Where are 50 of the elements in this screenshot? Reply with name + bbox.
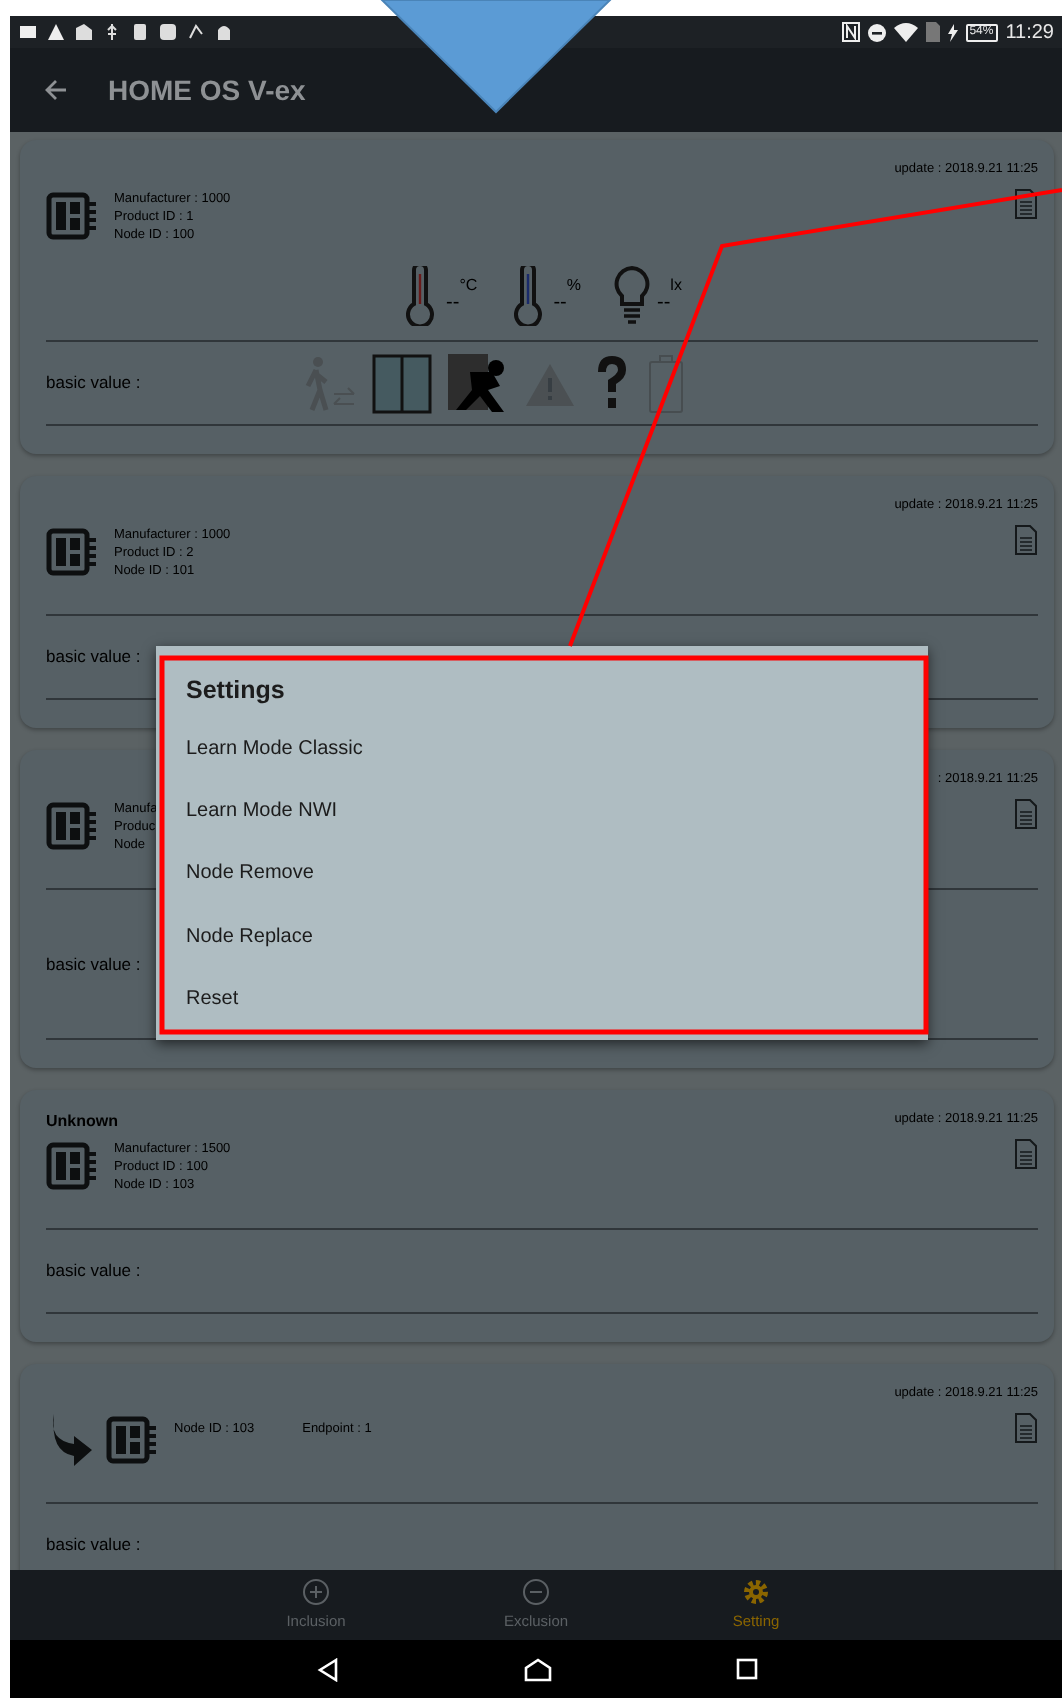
basic-value-label: basic value : bbox=[46, 644, 141, 670]
sensor-value: -- bbox=[446, 291, 460, 317]
dialog-title: Settings bbox=[184, 674, 287, 708]
document-icon[interactable] bbox=[1014, 1412, 1038, 1444]
menu-item[interactable]: Node Remove bbox=[156, 843, 928, 907]
usb-icon bbox=[102, 22, 122, 42]
device-name: Unknown bbox=[46, 1110, 118, 1134]
basic-value-label: basic value : bbox=[46, 370, 141, 396]
thermometer-icon bbox=[509, 266, 546, 326]
clock: 11:29 bbox=[1005, 19, 1054, 47]
add-icon bbox=[302, 1577, 330, 1606]
wifi-icon bbox=[893, 22, 918, 42]
sensor-value: -- bbox=[657, 290, 671, 317]
menu-item[interactable]: Learn Mode NWI bbox=[156, 780, 928, 844]
device-chip-icon bbox=[46, 1142, 98, 1190]
battery-icon bbox=[648, 353, 685, 413]
basic-value-label: basic value : bbox=[46, 1532, 141, 1558]
basic-value-label: basic value : bbox=[46, 951, 141, 977]
android-icon bbox=[214, 22, 234, 42]
document-icon[interactable] bbox=[1014, 1138, 1038, 1170]
do-not-disturb-icon bbox=[867, 23, 886, 41]
device-chip-icon bbox=[46, 528, 98, 576]
sim-icon bbox=[925, 22, 940, 42]
sensor-unit: °C bbox=[459, 274, 478, 298]
light-bulb-icon bbox=[613, 266, 649, 326]
warning-icon bbox=[46, 22, 66, 42]
basic-value-label: basic value : bbox=[46, 1258, 141, 1284]
recent-apps-icon[interactable] bbox=[735, 1658, 757, 1680]
sensor-unit: lx bbox=[670, 274, 682, 298]
sensor-value: -- bbox=[553, 290, 567, 317]
document-icon[interactable] bbox=[1014, 524, 1038, 556]
remove-icon bbox=[522, 1577, 550, 1606]
app-title: HOME OS V-ex bbox=[108, 71, 306, 109]
settings-icon bbox=[742, 1577, 770, 1606]
menu-item[interactable]: Node Replace bbox=[156, 906, 928, 970]
device-chip-icon bbox=[106, 1416, 158, 1464]
nfc-icon bbox=[841, 22, 860, 42]
sliding-door-icon bbox=[372, 353, 433, 413]
document-icon[interactable] bbox=[1014, 798, 1038, 830]
thermometer-icon bbox=[402, 266, 439, 326]
charging-icon bbox=[947, 23, 958, 41]
device-chip-icon bbox=[46, 192, 98, 240]
menu-item[interactable]: Learn Mode Classic bbox=[156, 718, 928, 781]
document-icon[interactable] bbox=[1014, 188, 1038, 220]
device-chip-icon bbox=[46, 802, 98, 850]
sensor-unit: % bbox=[566, 274, 581, 298]
home-icon[interactable] bbox=[523, 1657, 551, 1681]
intruder-icon bbox=[448, 353, 509, 413]
menu-item[interactable]: Reset bbox=[156, 969, 928, 1032]
warning-icon bbox=[524, 359, 577, 407]
